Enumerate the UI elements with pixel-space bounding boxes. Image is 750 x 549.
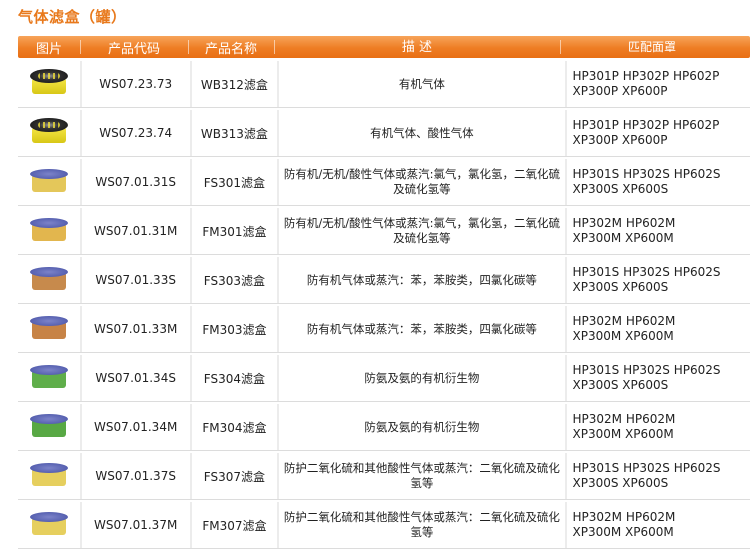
cartridge-yellow-black-icon [29,118,68,148]
cartridge-cap [29,267,68,277]
compatible-masks: HP301S HP302S HP602S XP300S XP600S [566,355,750,401]
table-body: WS07.23.73 WB312滤盒 有机气体 HP301P HP302P HP602… [18,61,750,549]
product-code: WS07.01.33S [81,257,190,303]
cartridge-cap [29,512,68,522]
product-name: FS303滤盒 [191,257,278,303]
table-row: WS07.01.31S FS301滤盒 防有机/无机/酸性气体或蒸汽:氯气，氯化氢，… [18,159,750,206]
cartridge-blue-yellow-icon [29,216,68,246]
table-row: WS07.01.34M FM304滤盒 防氨及氨的有机衍生物 HP302M HP602… [18,404,750,451]
product-name: FS301滤盒 [191,159,278,205]
product-image-cell [18,110,80,156]
cartridge-cap [29,218,68,228]
cartridge-cap [29,463,68,473]
product-name: FS307滤盒 [191,453,278,499]
product-code: WS07.01.37M [81,502,190,548]
cartridge-table: 图片 产品代码 产品名称 描 述 匹配面罩 WS07.23.73 WB312滤盒有… [18,36,750,549]
compatible-masks: HP302M HP602M XP300M XP600M [566,208,750,254]
product-code: WS07.01.34M [81,404,190,450]
product-description: 有机气体、酸性气体 [279,110,565,156]
product-name: FM307滤盒 [191,502,278,548]
product-image-cell [18,404,80,450]
product-code: WS07.01.33M [81,306,190,352]
product-code: WS07.01.37S [81,453,190,499]
product-code: WS07.01.34S [81,355,190,401]
compatible-masks: HP302M HP602M XP300M XP600M [566,404,750,450]
compatible-masks: HP301S HP302S HP602S XP300S XP600S [566,257,750,303]
product-name: FM301滤盒 [191,208,278,254]
product-description: 防护二氧化硫和其他酸性气体或蒸汽：二氧化硫及硫化氢等 [279,453,565,499]
cartridge-blue-brown-icon [29,265,68,295]
product-name: FS304滤盒 [191,355,278,401]
header-code: 产品代码 [80,36,188,58]
cartridge-blue-yellow-icon [29,461,68,491]
product-image-cell [18,208,80,254]
table-row: WS07.01.37M FM307滤盒 防护二氧化硫和其他酸性气体或蒸汽：二氧化硫及… [18,502,750,549]
header-compatible-masks: 匹配面罩 [560,36,744,58]
product-description: 防护二氧化硫和其他酸性气体或蒸汽：二氧化硫及硫化氢等 [279,502,565,548]
cartridge-blue-yellow-icon [29,167,68,197]
product-image-cell [18,306,80,352]
cartridge-vents [37,122,60,128]
compatible-masks: HP301S HP302S HP602S XP300S XP600S [566,453,750,499]
product-image-cell [18,453,80,499]
product-description: 防有机/无机/酸性气体或蒸汽:氯气，氯化氢，二氧化硫及硫化氢等 [279,208,565,254]
cartridge-cap [29,414,68,424]
cartridge-blue-yellow-icon [29,510,68,540]
table-row: WS07.23.74 WB313滤盒 有机气体、酸性气体 HP301P HP302P … [18,110,750,157]
compatible-masks: HP301P HP302P HP602P XP300P XP600P [566,110,750,156]
product-image-cell [18,502,80,548]
header-image: 图片 [35,41,62,57]
product-description: 防氨及氨的有机衍生物 [279,355,565,401]
cartridge-cap [29,169,68,179]
product-description: 防有机气体或蒸汽：苯，苯胺类，四氯化碳等 [279,306,565,352]
compatible-masks: HP301P HP302P HP602P XP300P XP600P [566,61,750,107]
compatible-masks: HP301S HP302S HP602S XP300S XP600S [566,159,750,205]
product-name: FM304滤盒 [191,404,278,450]
table-row: WS07.01.33M FM303滤盒 防有机气体或蒸汽：苯，苯胺类，四氯化碳等 HP… [18,306,750,353]
product-image-cell [18,159,80,205]
cartridge-blue-green-icon [29,363,68,393]
table-row: WS07.01.34S FS304滤盒 防氨及氨的有机衍生物 HP301S HP302… [18,355,750,402]
compatible-masks: HP302M HP602M XP300M XP600M [566,502,750,548]
product-code: WS07.23.74 [81,110,190,156]
cartridge-vents [37,73,60,79]
header-description: 描 述 [274,36,560,58]
product-name: WB313滤盒 [191,110,278,156]
product-name: FM303滤盒 [191,306,278,352]
table-row: WS07.23.73 WB312滤盒 有机气体 HP301P HP302P HP602… [18,61,750,108]
header-name: 产品名称 [188,36,274,58]
product-code: WS07.01.31S [81,159,190,205]
table-row: WS07.01.31M FM301滤盒 防有机/无机/酸性气体或蒸汽:氯气，氯化氢，… [18,208,750,255]
compatible-masks: HP302M HP602M XP300M XP600M [566,306,750,352]
table-row: WS07.01.37S FS307滤盒 防护二氧化硫和其他酸性气体或蒸汽：二氧化硫及… [18,453,750,500]
table-row: WS07.01.33S FS303滤盒 防有机气体或蒸汽：苯，苯胺类，四氯化碳等 HP… [18,257,750,304]
product-description: 防有机/无机/酸性气体或蒸汽:氯气，氯化氢，二氧化硫及硫化氢等 [279,159,565,205]
cartridge-cap [29,316,68,326]
cartridge-yellow-black-icon [29,69,68,99]
cartridge-blue-green-icon [29,412,68,442]
product-image-cell [18,355,80,401]
product-description: 有机气体 [279,61,565,107]
product-description: 防有机气体或蒸汽：苯，苯胺类，四氯化碳等 [279,257,565,303]
product-image-cell [18,257,80,303]
cartridge-blue-brown-icon [29,314,68,344]
product-code: WS07.23.73 [81,61,190,107]
product-code: WS07.01.31M [81,208,190,254]
page-title: 气体滤盒（罐） [18,8,127,26]
product-name: WB312滤盒 [191,61,278,107]
product-image-cell [18,61,80,107]
table-header: 图片 产品代码 产品名称 描 述 匹配面罩 [18,36,750,58]
product-description: 防氨及氨的有机衍生物 [279,404,565,450]
cartridge-cap [29,365,68,375]
